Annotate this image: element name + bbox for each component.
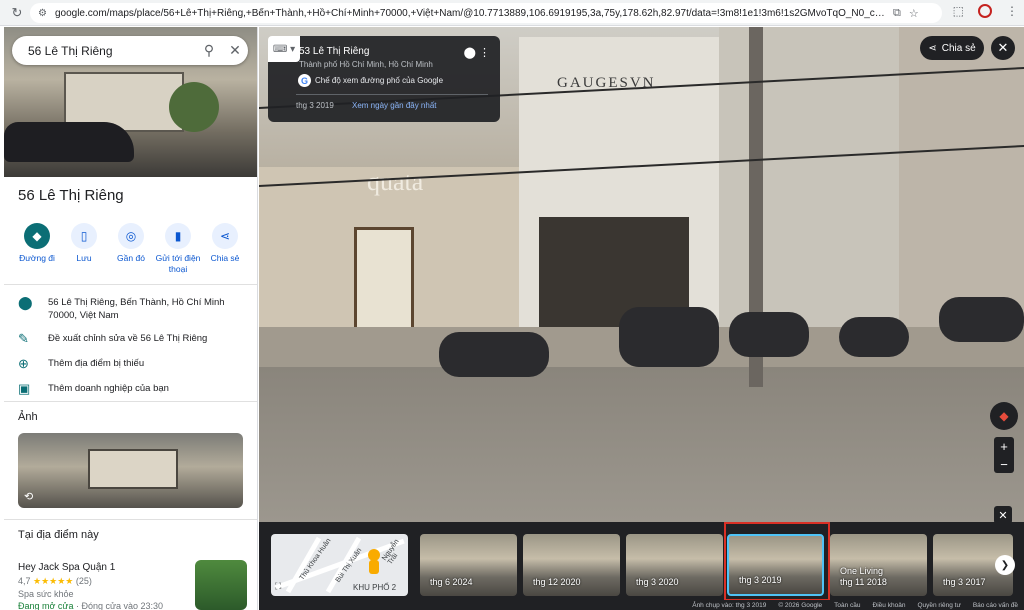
- divider: [4, 519, 257, 520]
- google-logo-icon: G: [298, 74, 311, 87]
- street-view-photo[interactable]: ⟲: [18, 433, 243, 508]
- nearby-icon: ◎: [118, 223, 144, 249]
- next-arrow-icon[interactable]: ❯: [995, 555, 1015, 575]
- selection-highlight: [724, 522, 830, 601]
- timeline-strip: Thủ Khoa Huân Bùi Thị Xuân Nguyễn Trãi K…: [259, 522, 1024, 600]
- place-title: 56 Lê Thị Riêng: [18, 187, 124, 204]
- pencil-icon: ✎: [18, 331, 29, 346]
- add-business-text: Thêm doanh nghiệp của bạn: [48, 383, 169, 394]
- place-panel: 56 Lê Thị Riêng ⚲ ✕ 56 Lê Thị Riêng ◆ Đư…: [0, 27, 258, 610]
- address-text: 56 Lê Thị Riêng, Bến Thành, Hồ Chí Minh …: [48, 297, 225, 321]
- search-input[interactable]: 56 Lê Thị Riêng: [28, 44, 196, 58]
- timeline-thumbnail[interactable]: thg 6 2024: [420, 534, 517, 596]
- browser-toolbar: ↻ ⚙ google.com/maps/place/56+Lê+Thị+Riên…: [0, 0, 1024, 26]
- sv-capture-date: thg 3 2019: [296, 101, 334, 110]
- business-rating: 4,7 ★★★★★ (25): [18, 576, 92, 586]
- address-bar[interactable]: ⚙ google.com/maps/place/56+Lê+Thị+Riêng,…: [30, 3, 942, 23]
- timeline-thumbnail[interactable]: thg 12 2020: [523, 534, 620, 596]
- business-name[interactable]: Hey Jack Spa Quận 1: [18, 562, 115, 573]
- divider: [4, 284, 257, 285]
- photos-heading: Ảnh: [18, 411, 38, 423]
- mini-map[interactable]: Thủ Khoa Huân Bùi Thị Xuân Nguyễn Trãi K…: [271, 534, 408, 596]
- footer-link[interactable]: Toàn cầu: [834, 602, 860, 609]
- 360-view-icon: ⟲: [24, 491, 34, 503]
- business-type: Spa sức khỏe: [18, 589, 74, 599]
- add-missing-place-row[interactable]: ⊕ Thêm địa điểm bị thiếu: [18, 357, 250, 370]
- menu-kebab-icon[interactable]: ⋮: [1006, 4, 1018, 18]
- share-icon: ⋖: [212, 223, 238, 249]
- add-business-row[interactable]: ▣ Thêm doanh nghiệp của bạn: [18, 382, 250, 395]
- action-bar: ◆ Đường đi ▯ Lưu ◎ Gần đó ▮ Gửi tới điện…: [14, 223, 248, 275]
- share-button[interactable]: ⋖ Chia sẻ: [920, 36, 984, 60]
- install-app-icon[interactable]: ⧉: [893, 7, 901, 20]
- search-box[interactable]: 56 Lê Thị Riêng ⚲ ✕: [12, 36, 248, 65]
- footer-link[interactable]: Quyền riêng tư: [917, 602, 960, 609]
- reload-icon[interactable]: ↻: [6, 5, 28, 21]
- zoom-out-button[interactable]: −: [1000, 457, 1008, 472]
- at-this-place-heading: Tại địa điểm này: [18, 529, 99, 541]
- pin-more-icon[interactable]: ⬤ ⋮: [464, 46, 490, 59]
- send-to-phone-button[interactable]: ▮ Gửi tới điện thoại: [155, 223, 201, 275]
- street-view-info-card: ⌨ ▾ 53 Lê Thị Riêng Thành phố Hồ Chí Min…: [268, 36, 500, 122]
- share-button[interactable]: ⋖ Chia sẻ: [202, 223, 248, 275]
- keyboard-icon[interactable]: ⌨ ▾: [268, 36, 300, 62]
- location-pin-icon: ⬤: [18, 295, 33, 310]
- url-text: google.com/maps/place/56+Lê+Thị+Riêng,+B…: [54, 7, 885, 19]
- capture-date-text: Ảnh chụp vào: thg 3 2019: [692, 601, 767, 609]
- timeline-thumbnail[interactable]: One Living thg 11 2018: [830, 534, 927, 596]
- suggest-edit-text: Đề xuất chỉnh sửa về 56 Lê Thị Riêng: [48, 333, 208, 344]
- add-missing-text: Thêm địa điểm bị thiếu: [48, 358, 145, 369]
- copyright-text: © 2026 Google: [778, 601, 823, 609]
- extensions-icon[interactable]: ⬚: [953, 4, 964, 18]
- map-footer: Ảnh chụp vào: thg 3 2019 © 2026 Google T…: [259, 600, 1024, 610]
- timeline-thumbnail[interactable]: thg 3 2020: [626, 534, 723, 596]
- footer-link[interactable]: Báo cáo vấn đề: [973, 602, 1018, 609]
- directions-icon: ◆: [24, 223, 50, 249]
- nearby-button[interactable]: ◎ Gần đó: [108, 223, 154, 275]
- sv-mode-text: Chế độ xem đường phố của Google: [315, 76, 444, 85]
- bookmark-star-icon[interactable]: ☆: [909, 7, 919, 20]
- sv-city: Thành phố Hồ Chí Minh, Hồ Chí Minh: [299, 60, 433, 69]
- close-icon[interactable]: ✕: [222, 42, 248, 59]
- footer-link[interactable]: Điều khoản: [873, 602, 906, 609]
- rating-stars: ★★★★★: [33, 576, 74, 586]
- fullscreen-icon[interactable]: ⛶: [275, 581, 281, 592]
- profile-avatar[interactable]: [978, 4, 992, 18]
- add-location-icon: ⊕: [18, 356, 29, 371]
- share-icon: ⋖: [928, 42, 937, 54]
- phone-icon: ▮: [165, 223, 191, 249]
- close-street-view-button[interactable]: ✕: [991, 36, 1015, 60]
- zoom-in-button[interactable]: +: [1000, 439, 1008, 454]
- see-latest-link[interactable]: Xem ngày gần đây nhất: [352, 101, 437, 110]
- add-business-icon: ▣: [18, 381, 31, 396]
- zoom-control: + −: [994, 437, 1014, 473]
- save-button[interactable]: ▯ Lưu: [61, 223, 107, 275]
- suggest-edit-row[interactable]: ✎ Đề xuất chỉnh sửa về 56 Lê Thị Riêng: [18, 332, 250, 345]
- compass-icon[interactable]: ◆: [990, 402, 1018, 430]
- bookmark-icon: ▯: [71, 223, 97, 249]
- sv-address: 53 Lê Thị Riêng: [299, 46, 370, 57]
- divider: [4, 401, 257, 402]
- business-photo[interactable]: [195, 560, 247, 610]
- address-row[interactable]: ⬤ 56 Lê Thị Riêng, Bến Thành, Hồ Chí Min…: [18, 296, 250, 322]
- map-area-label: KHU PHỐ 2: [353, 583, 397, 592]
- search-icon[interactable]: ⚲: [196, 42, 222, 59]
- site-info-icon[interactable]: ⚙: [38, 8, 47, 19]
- business-hours: Đang mở cửa · Đóng cửa vào 23:30: [18, 601, 164, 610]
- directions-button[interactable]: ◆ Đường đi: [14, 223, 60, 275]
